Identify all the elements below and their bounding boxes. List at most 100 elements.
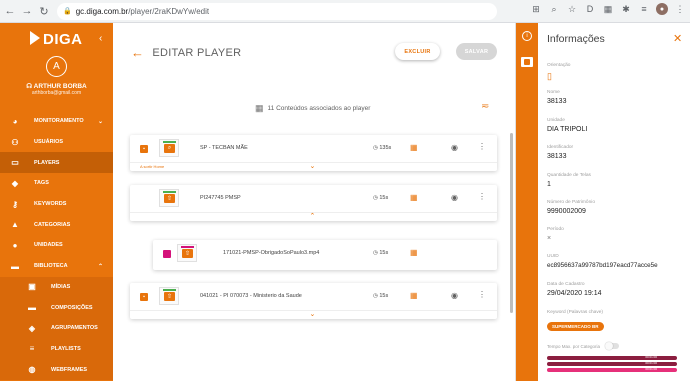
field-label: UUID [547, 254, 559, 259]
chevron-down-icon: ⌄ [309, 311, 316, 318]
upload-icon: ⇧ [164, 194, 175, 203]
filter-icon[interactable]: ≂ [481, 101, 489, 112]
info-icon[interactable]: i [522, 31, 532, 41]
content-card-row: ⇧ PI247745 PMSP ◷ 15s ▦ ◉ ⋮ [130, 185, 497, 212]
page-title: ← EDITAR PLAYER [131, 45, 241, 60]
forward-arrow-icon[interactable]: → [20, 3, 34, 19]
browser-menu-icon[interactable]: ⋮ [674, 3, 686, 15]
profile-avatar-icon[interactable]: ● [656, 3, 668, 15]
url-path: /player/2raKDwYw/edit [128, 6, 210, 16]
content-name: 041021 - PI 070073 - Ministerio da Saude [200, 293, 302, 299]
sidebar-item-biblioteca[interactable]: ▬ BIBLIOTECA ⌃ [0, 256, 113, 277]
reload-icon[interactable]: ↻ [37, 3, 51, 19]
field-value: ec8956637a99787bd197eacd77acce5e [547, 262, 658, 269]
sidebar-item-label: BIBLIOTECA [34, 263, 68, 270]
extension-puzzle-icon[interactable]: ✱ [620, 3, 632, 15]
field-patrimonio: Número de Patrimônio 9990002009 [547, 200, 595, 215]
tag-icon: ◆ [11, 178, 19, 188]
sidebar-nav: ◕ MONITORAMENTO ⌄ ⚇ USUÁRIOS ▭ PLAYERS ◆… [0, 111, 113, 380]
sidebar-item-usuarios[interactable]: ⚇ USUÁRIOS [0, 132, 113, 153]
content-duration: ◷ 135s [373, 145, 392, 151]
sidebar-item-label: COMPOSIÇÕES [51, 304, 93, 311]
content-duration: ◷ 15s [373, 250, 389, 256]
player-icon[interactable] [521, 57, 533, 67]
color-marker [163, 250, 171, 258]
sidebar-item-tags[interactable]: ◆ TAGS [0, 173, 113, 194]
sidebar-item-keywords[interactable]: ⚷ KEYWORDS [0, 194, 113, 215]
info-panel-rail: i [516, 23, 538, 381]
content-thumbnail: ⌕ [159, 139, 179, 157]
field-label: Unidade [547, 118, 565, 123]
content-card[interactable]: ▪ ⇧ 041021 - PI 070073 - Ministerio da S… [130, 283, 497, 319]
drag-handle[interactable]: ▪ [140, 293, 148, 301]
sidebar-item-monitoramento[interactable]: ◕ MONITORAMENTO ⌄ [0, 111, 113, 132]
scrollbar[interactable] [510, 133, 513, 313]
sidebar-item-categorias[interactable]: ▲ CATEGORIAS [0, 214, 113, 235]
close-icon[interactable]: ✕ [673, 32, 682, 45]
group-icon: ◈ [28, 323, 36, 333]
calendar-icon[interactable]: ▦ [410, 248, 418, 257]
more-options-icon[interactable]: ⋮ [478, 192, 486, 201]
field-label: Orientação [547, 63, 571, 68]
info-panel: i Informações ✕ Orientação ▯ Nome 38133 … [515, 23, 690, 381]
field-label: Identificador [547, 145, 574, 150]
collapse-sidebar-icon[interactable]: ‹ [99, 33, 102, 44]
content-duration: ◷ 15s [373, 195, 389, 201]
field-label: Data de Cadastro [547, 282, 585, 287]
location-icon: ● [12, 240, 18, 250]
back-arrow-icon[interactable]: ← [131, 45, 144, 60]
more-options-icon[interactable]: ⋮ [478, 290, 486, 299]
sidebar-item-agrupamentos[interactable]: ◈ AGRUPAMENTOS [0, 318, 113, 339]
calendar-icon[interactable]: ▦ [410, 193, 418, 202]
zoom-icon[interactable]: ⌕ [548, 3, 560, 15]
folder-icon: ▬ [11, 261, 19, 271]
browser-toolbar: ← → ↻ 🔒 gc.diga.com.br/player/2raKDwYw/e… [0, 0, 690, 23]
more-options-icon[interactable]: ⋮ [478, 142, 486, 151]
sidebar-item-unidades[interactable]: ● UNIDADES [0, 235, 113, 256]
translate-icon[interactable]: ⊞ [530, 3, 542, 15]
extension-grid-icon[interactable]: ▦ [602, 3, 614, 15]
field-value: DIA TRIPOLI [547, 126, 588, 133]
card-expand-toggle[interactable]: ⌄ [130, 310, 497, 319]
back-arrow-icon[interactable]: ← [3, 3, 17, 19]
card-expand-toggle[interactable]: A sortir Home ⌄ [130, 162, 497, 171]
field-value: 38133 [547, 98, 567, 105]
field-nome: Nome 38133 [547, 90, 566, 105]
tempo-max-toggle[interactable] [605, 342, 620, 350]
bookmark-star-icon[interactable]: ☆ [566, 3, 578, 15]
sidebar: DIGA ‹ A ☊ ARTHUR BORBA arthborba@gmail.… [0, 23, 113, 381]
save-button[interactable]: SALVAR [456, 43, 497, 60]
eye-icon[interactable]: ◉ [451, 291, 458, 300]
category-time-bar: 00:01:00 [547, 367, 677, 372]
extension-d-icon[interactable]: D [584, 3, 596, 15]
sidebar-item-label: MÍDIAS [51, 283, 71, 290]
delete-button[interactable]: EXCLUIR [395, 43, 440, 60]
sidebar-item-playlists[interactable]: ≡ PLAYLISTS [0, 339, 113, 360]
content-card[interactable]: ▪ ⌕ SP - TECBAN MÃE ◷ 135s ▦ ◉ ⋮ A sorti… [130, 135, 497, 171]
content-name: SP - TECBAN MÃE [200, 145, 248, 151]
field-cadastro: Data de Cadastro 29/04/2020 19:14 [547, 282, 602, 297]
extension-list-icon[interactable]: ≡ [638, 3, 650, 15]
card-tag: A sortir Home [140, 164, 165, 169]
sidebar-item-players[interactable]: ▭ PLAYERS [0, 152, 113, 174]
drag-handle[interactable]: ▪ [140, 145, 148, 153]
card-collapse-toggle[interactable]: ⌃ [130, 212, 497, 221]
field-telas: Quantidade de Telas 1 [547, 173, 591, 188]
eye-icon[interactable]: ◉ [451, 143, 458, 152]
calendar-icon[interactable]: ▦ [410, 291, 418, 300]
avatar[interactable]: A [46, 56, 67, 77]
sidebar-item-webframes[interactable]: ◍ WEBFRAMES [0, 359, 113, 380]
users-icon: ⚇ [11, 137, 19, 147]
monitor-icon: ◕ [12, 116, 18, 126]
sidebar-item-midias[interactable]: ▣ MÍDIAS [0, 277, 113, 298]
field-label: Quantidade de Telas [547, 173, 591, 178]
url-host: gc.diga.com.br [75, 6, 129, 16]
field-identificador: Identificador 38133 [547, 145, 573, 160]
calendar-icon[interactable]: ▦ [410, 143, 418, 152]
eye-icon[interactable]: ◉ [451, 193, 458, 202]
content-card-nested[interactable]: ⇧ 171021-PMSP-ObrigadoSoPaulo3.mp4 ◷ 15s… [153, 240, 497, 270]
content-card[interactable]: ⇧ PI247745 PMSP ◷ 15s ▦ ◉ ⋮ ⌃ [130, 185, 497, 221]
keyword-chip[interactable]: SUPERMERCADO BR [547, 322, 604, 331]
address-bar[interactable]: 🔒 gc.diga.com.br/player/2raKDwYw/edit [57, 2, 497, 20]
sidebar-item-composicoes[interactable]: ▬ COMPOSIÇÕES [0, 297, 113, 318]
